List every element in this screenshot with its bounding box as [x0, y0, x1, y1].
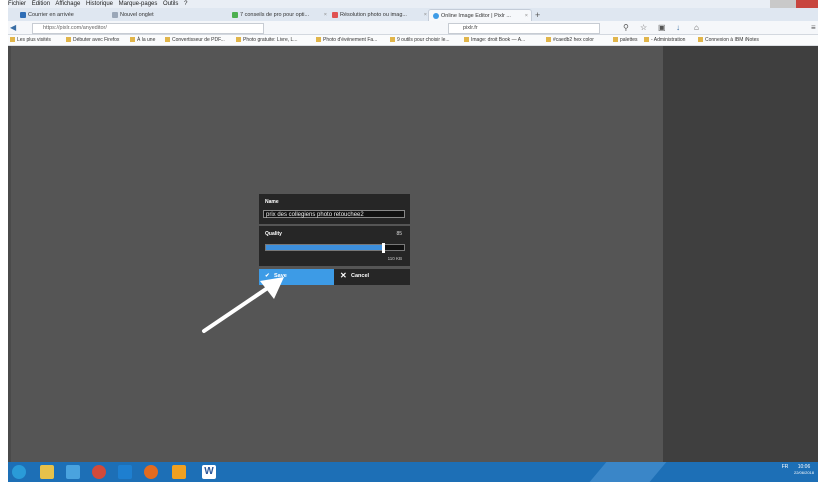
- bookmark-item[interactable]: - Administration: [644, 36, 685, 44]
- bookmark-item[interactable]: #caedb2 hex color: [546, 36, 594, 44]
- download-icon[interactable]: ↓: [676, 23, 680, 32]
- media-icon[interactable]: [66, 465, 80, 479]
- url-bar[interactable]: https://pixlr.com/anyeditor/: [32, 23, 264, 34]
- bookmark-icon: [390, 37, 395, 43]
- search-icon[interactable]: ⚲: [623, 23, 629, 32]
- bookmark-item[interactable]: À la une: [130, 36, 155, 44]
- tab-mail[interactable]: Courrier en arrivée: [16, 9, 110, 21]
- search-input[interactable]: pixlr.fr: [448, 23, 600, 34]
- new-tab-icon[interactable]: +: [531, 9, 545, 21]
- side-strip: [8, 46, 11, 462]
- taskbar-highlight: [589, 462, 667, 482]
- bookmark-icon: [644, 37, 649, 43]
- quality-label: Quality: [265, 231, 282, 237]
- bookmark-item[interactable]: Les plus visités: [10, 36, 51, 44]
- bookmark-item[interactable]: palettes: [613, 36, 638, 44]
- menu-edit[interactable]: Édition: [32, 1, 50, 7]
- menu-bookmarks[interactable]: Marque-pages: [119, 1, 158, 7]
- bookmark-icon: [10, 37, 15, 43]
- menu-tools[interactable]: Outils: [163, 1, 178, 7]
- tab-bar: Courrier en arrivée Nouvel onglet 7 cons…: [8, 8, 818, 22]
- quality-slider-fill: [266, 245, 384, 250]
- tab-new[interactable]: Nouvel onglet: [108, 9, 207, 21]
- explorer-icon[interactable]: [40, 465, 54, 479]
- mail-icon: [20, 11, 26, 18]
- tab-resolution[interactable]: Résolution photo ou imag... ×: [328, 9, 430, 21]
- start-icon[interactable]: [12, 465, 26, 479]
- bookmark-icon: [546, 37, 551, 43]
- close-tab-icon[interactable]: ×: [324, 9, 327, 21]
- right-panel: [663, 46, 818, 462]
- nav-bar: ◀ https://pixlr.com/anyeditor/ pixlr.fr …: [8, 21, 818, 35]
- bookmark-icon: [66, 37, 71, 43]
- bookmark-icon: [464, 37, 469, 43]
- quality-value: 85: [396, 231, 402, 237]
- bookmark-item[interactable]: Convertisseur de PDF...: [165, 36, 225, 44]
- menu-history[interactable]: Historique: [86, 1, 113, 7]
- firefox-icon[interactable]: [144, 465, 158, 479]
- pixlr-icon: [433, 12, 439, 19]
- menu-file[interactable]: Fichier: [8, 1, 26, 7]
- menu-help[interactable]: ?: [184, 1, 187, 7]
- system-tray: FR 10:06 22/06/2018: [782, 464, 814, 475]
- bookmark-icon: [613, 37, 618, 43]
- cancel-label: Cancel: [351, 273, 370, 279]
- bookmark-icon: [165, 37, 170, 43]
- ie-icon[interactable]: [118, 465, 132, 479]
- clipboard-icon[interactable]: ▣: [658, 23, 666, 32]
- language-indicator[interactable]: FR: [782, 464, 789, 470]
- tab-conseils[interactable]: 7 conseils de pro pour opti... ×: [228, 9, 330, 21]
- name-label: Name: [265, 199, 279, 205]
- chrome-icon[interactable]: [92, 465, 106, 479]
- save-dialog-name-section: Name prix des collegiens photo retouchee…: [259, 194, 410, 224]
- bookmark-item[interactable]: Photo d'événement Fa...: [316, 36, 377, 44]
- bookmark-item[interactable]: Connexion à IBM iNotes: [698, 36, 759, 44]
- bookmark-item[interactable]: Débuter avec Firefox: [66, 36, 119, 44]
- word-icon[interactable]: W: [202, 465, 216, 479]
- bookmark-icon: [130, 37, 135, 43]
- site-icon: [232, 11, 238, 18]
- bookmarks-bar: Les plus visités Débuter avec Firefox À …: [8, 35, 818, 46]
- bookmark-icon: [698, 37, 703, 43]
- star-icon[interactable]: ☆: [640, 23, 647, 32]
- vlc-icon[interactable]: [172, 465, 186, 479]
- filename-input[interactable]: prix des collegiens photo retouchee2: [263, 210, 405, 218]
- save-dialog-quality-section: Quality 85 110 KB: [259, 226, 410, 266]
- site-icon: [332, 11, 338, 18]
- bookmark-item[interactable]: Photo gratuite: Livre, L...: [236, 36, 297, 44]
- taskbar: W FR 10:06 22/06/2018: [8, 462, 818, 482]
- menu-icon[interactable]: ≡: [811, 23, 816, 32]
- close-tab-icon[interactable]: ×: [424, 9, 427, 21]
- bookmark-item[interactable]: 9 outils pour choisir le...: [390, 36, 450, 44]
- menu-bar: Fichier Édition Affichage Historique Mar…: [8, 0, 818, 8]
- menu-view[interactable]: Affichage: [55, 1, 80, 7]
- pointer-arrow-annotation: [202, 277, 284, 333]
- file-size: 110 KB: [387, 256, 402, 261]
- quality-slider[interactable]: [265, 243, 405, 253]
- page-icon: [112, 11, 118, 18]
- cancel-button[interactable]: ✕ Cancel: [334, 269, 410, 285]
- back-icon[interactable]: ◀: [10, 23, 16, 32]
- bookmark-item[interactable]: Image: droit Book — A...: [464, 36, 525, 44]
- home-icon[interactable]: ⌂: [694, 23, 699, 32]
- close-icon: ✕: [340, 271, 347, 280]
- bookmark-icon: [236, 37, 241, 43]
- clock-date[interactable]: 22/06/2018: [794, 470, 814, 475]
- quality-slider-thumb[interactable]: [382, 243, 386, 253]
- bookmark-icon: [316, 37, 321, 43]
